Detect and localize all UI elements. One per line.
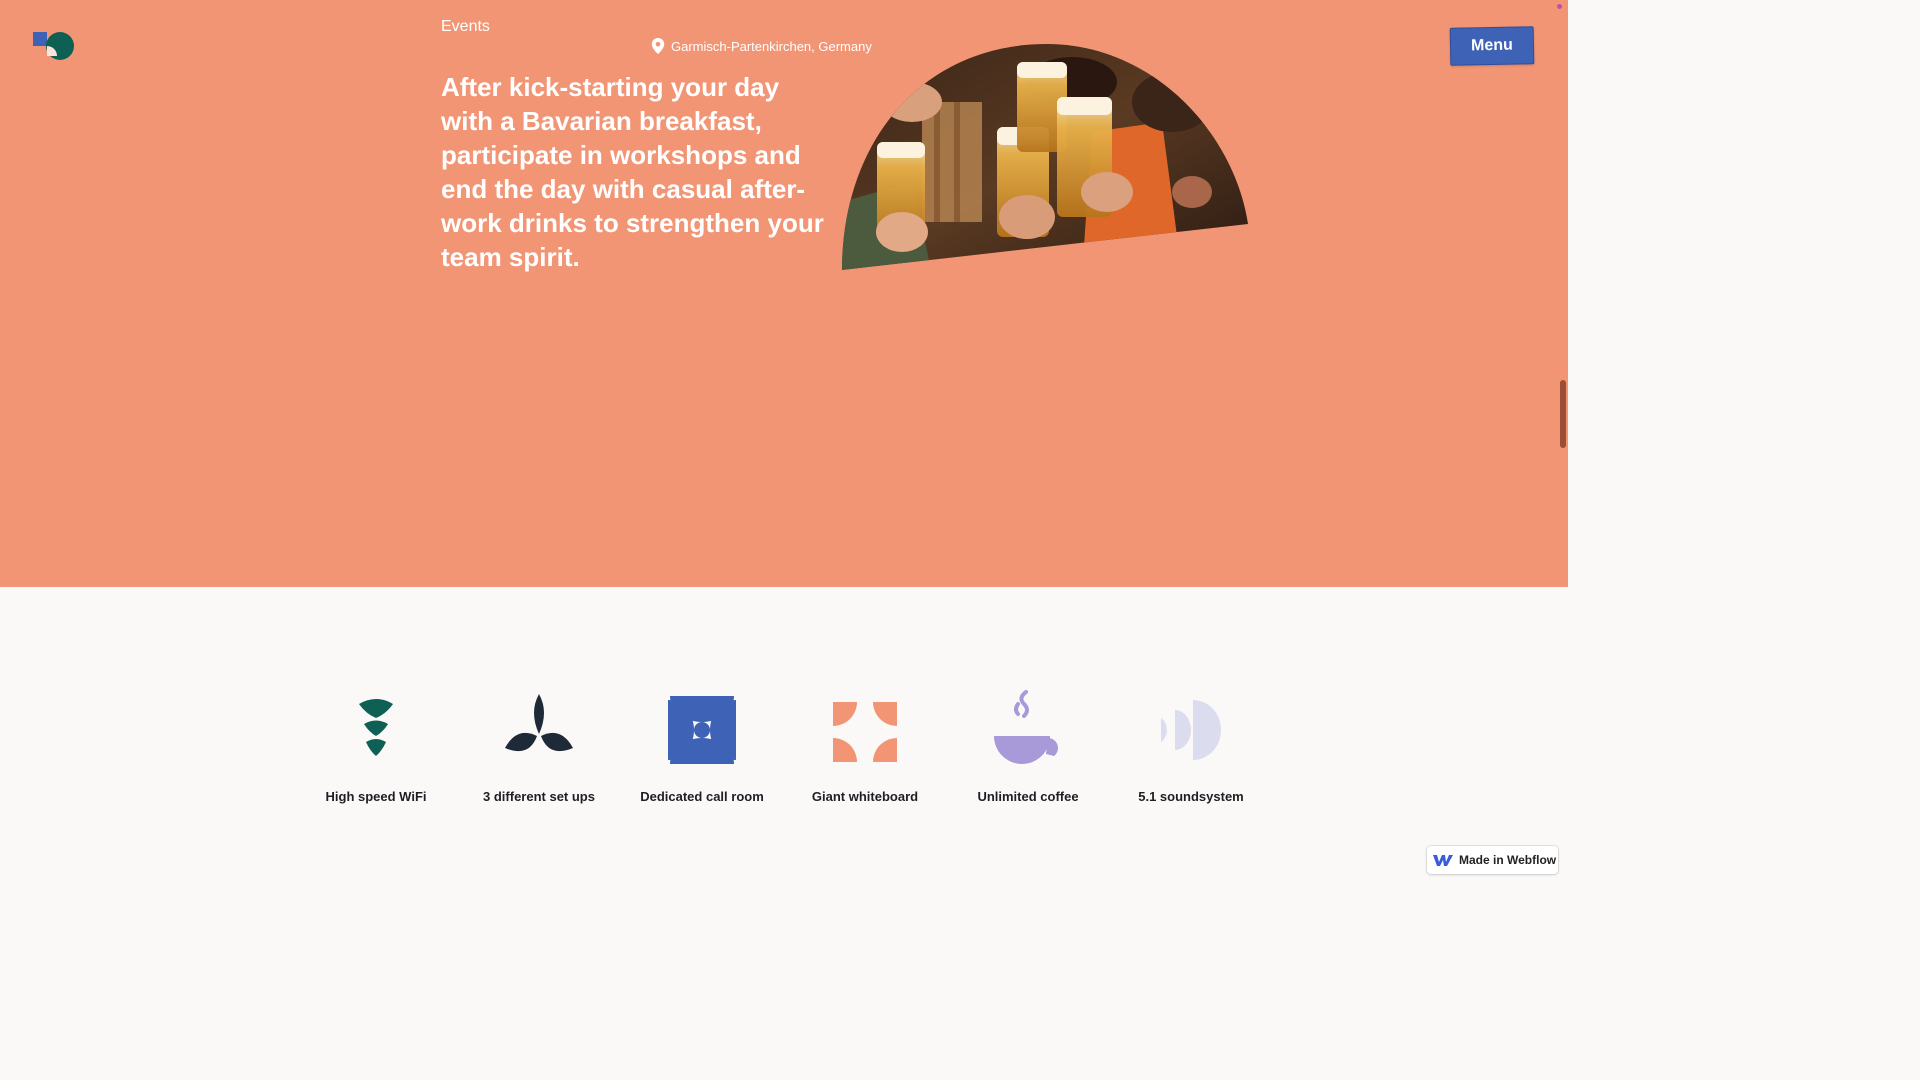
amenity-label: Dedicated call room [640,789,764,804]
hero-headline: After kick-starting your day with a Bava… [441,72,824,272]
coffee-icon [994,690,1058,764]
amenity-label: 5.1 soundsystem [1138,789,1244,804]
amenity-label: Giant whiteboard [811,789,919,804]
map-pin-icon [651,38,665,54]
amenity-setups: 3 different set ups [469,690,609,805]
sound-icon [1161,700,1221,760]
badge-label: Made in Webflow [1459,853,1557,867]
beer-toast-photo [842,44,1248,270]
amenity-label: 3 different set ups [483,789,595,804]
amenity-wifi: High speed WiFi [306,690,446,805]
hero-section: Events Garmisch-Partenkirchen, Germany A… [0,0,1568,587]
made-in-webflow-badge[interactable]: Made in Webflow [1427,846,1558,874]
call-room-icon [668,696,736,764]
amenity-sound: 5.1 soundsystem [1121,690,1261,805]
logo-icon [33,32,74,60]
leaf-icon [505,694,573,752]
amenity-label: High speed WiFi [325,789,427,804]
logo[interactable] [30,30,76,62]
amenity-whiteboard: Giant whiteboard [795,690,935,805]
amenity-call-room: Dedicated call room [632,690,772,805]
status-dot [1557,4,1562,9]
amenity-coffee: Unlimited coffee [958,690,1098,805]
webflow-logo-icon [1433,855,1453,866]
breadcrumb[interactable]: Events [441,18,490,36]
menu-button[interactable]: Menu [1449,26,1535,66]
amenities-list: High speed WiFi 3 different set ups Dedi… [294,690,1274,830]
wifi-icon [359,699,393,756]
whiteboard-icon [833,702,897,762]
amenity-label: Unlimited coffee [977,789,1079,804]
scrollbar-thumb[interactable] [1560,380,1566,448]
location: Garmisch-Partenkirchen, Germany [651,38,872,54]
